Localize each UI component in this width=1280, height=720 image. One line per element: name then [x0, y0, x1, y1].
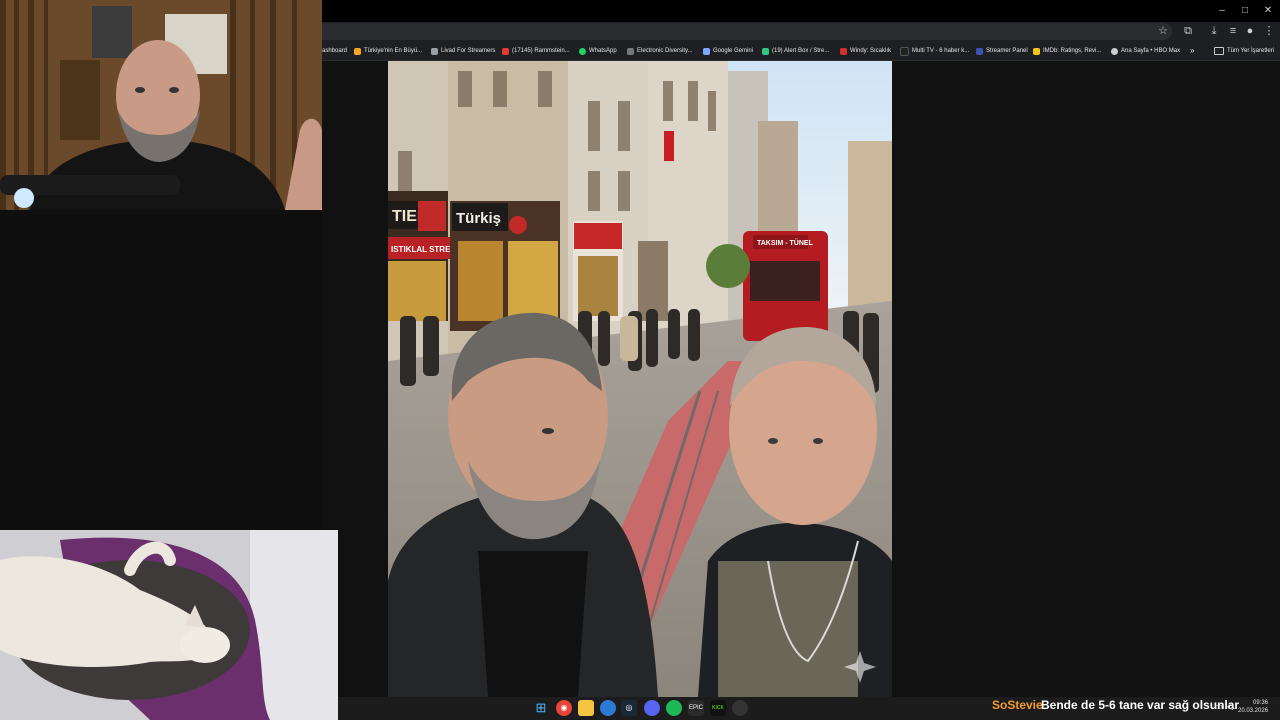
bookmark-item[interactable]: IMDb: Ratings, Revi...: [1033, 44, 1101, 58]
spotify-icon[interactable]: [666, 700, 682, 716]
epic-icon[interactable]: EPIC: [688, 700, 704, 716]
files-icon[interactable]: [578, 700, 594, 716]
address-bar[interactable]: [322, 23, 1172, 40]
bookmark-item[interactable]: Streamer Panel: [976, 44, 1028, 58]
discord-icon[interactable]: [644, 700, 660, 716]
chat-message: Bende de 5-6 tane var sağ olsunlar: [1041, 698, 1240, 712]
download-icon[interactable]: ⤓: [1207, 24, 1221, 38]
bookmark-item[interactable]: Ana Sayfa • HBO Max: [1111, 44, 1180, 58]
bookmark-item[interactable]: Electronic Diversity...: [627, 44, 693, 58]
pet-camera: [0, 530, 338, 720]
bookmark-item[interactable]: ashboard: [322, 44, 347, 58]
browser-title-bar: [322, 0, 1280, 22]
chrome-icon[interactable]: ◉: [556, 700, 572, 716]
favicon-icon: [627, 47, 634, 55]
system-clock[interactable]: 09:36 20.03.2026: [1238, 699, 1268, 715]
favicon-icon: [900, 46, 909, 56]
favicon-icon: [354, 47, 361, 55]
kick-icon[interactable]: KICK: [710, 700, 726, 716]
favicon-icon: [1111, 47, 1118, 55]
streamer-webcam: [0, 0, 322, 210]
folder-icon: [1214, 47, 1224, 55]
all-bookmarks-button[interactable]: Tüm Yer İşaretleri: [1214, 44, 1274, 58]
clock-time: 09:36: [1253, 700, 1269, 706]
bookmark-item[interactable]: Livad For Streamers: [431, 44, 495, 58]
bookmark-item[interactable]: (19) Alert Box / Stre...: [762, 44, 829, 58]
favicon-icon: [840, 47, 847, 55]
edge-icon[interactable]: [600, 700, 616, 716]
favicon-icon: [762, 47, 769, 55]
imdb-icon: [1033, 47, 1040, 55]
extensions-icon[interactable]: ⧉: [1181, 24, 1195, 38]
bookmark-item[interactable]: Multi TV - 6 haber k...: [900, 44, 969, 58]
favicon-icon: [976, 47, 983, 55]
obs-icon[interactable]: [732, 700, 748, 716]
tram-sign: TAKSIM - TÜNEL: [757, 238, 814, 247]
street-photo: TIEH ISTIKLAL STREET Türkiş TAKSIM - TÜN…: [388, 61, 892, 697]
shop-sign-turkish: Türkiş: [456, 210, 501, 227]
clock-date: 20.03.2026: [1238, 708, 1269, 714]
bookmark-item[interactable]: Google Gemini: [703, 44, 753, 58]
whatsapp-icon: [579, 47, 586, 55]
bookmark-item[interactable]: (17145) Rammstein...: [502, 44, 570, 58]
bookmark-item[interactable]: WhatsApp: [579, 44, 617, 58]
favicon-icon: [431, 47, 438, 55]
gemini-icon: [703, 47, 710, 55]
bookmark-item[interactable]: Windy: Sıcaklık: [840, 44, 891, 58]
profile-icon[interactable]: ●: [1243, 24, 1257, 38]
minimize-button[interactable]: –: [1211, 3, 1233, 19]
cast-icon[interactable]: ≡: [1226, 24, 1240, 38]
menu-icon[interactable]: ⋮: [1262, 24, 1276, 38]
chat-username: SoStevie: [992, 698, 1043, 712]
bookmark-item[interactable]: Türkiye'nin En Büyü...: [354, 44, 422, 58]
volume-icon[interactable]: ◁: [1226, 701, 1233, 712]
close-button[interactable]: ✕: [1257, 3, 1279, 19]
bookmarks-overflow-button[interactable]: »: [1190, 44, 1194, 58]
monitor-icon[interactable]: ▭: [1214, 701, 1223, 712]
star-icon[interactable]: ☆: [1156, 24, 1170, 38]
windows-icon[interactable]: ⊞: [533, 700, 549, 716]
maximize-button[interactable]: □: [1234, 3, 1256, 19]
youtube-icon: [502, 47, 509, 55]
steam-icon[interactable]: ◎: [621, 700, 637, 716]
